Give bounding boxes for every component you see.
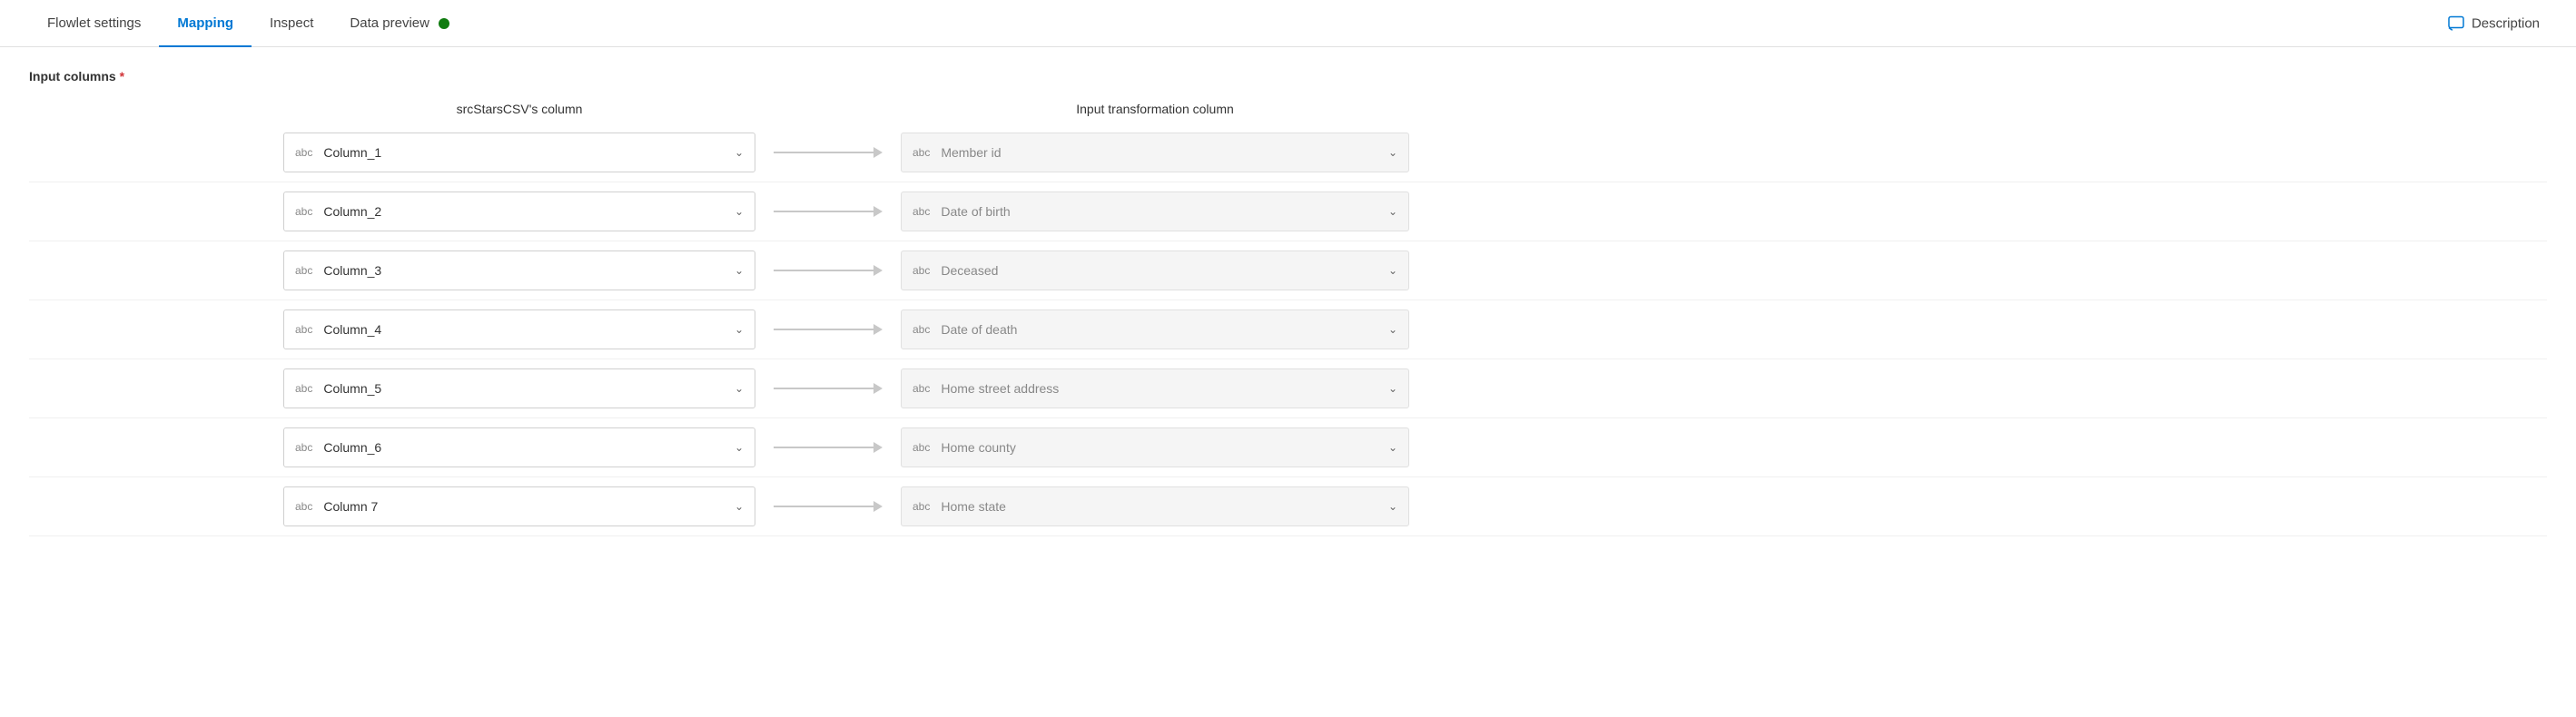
chevron-down-icon: ⌄ — [1388, 500, 1397, 513]
arrow-4 — [755, 383, 901, 394]
target-value-2: Deceased — [941, 263, 1381, 278]
target-value-3: Date of death — [941, 322, 1381, 337]
mapping-rows: abc Column_1 ⌄ abc Member id ⌄ abc Colu — [29, 123, 2547, 536]
target-value-5: Home county — [941, 440, 1381, 455]
type-label: abc — [913, 441, 930, 454]
chevron-down-icon: ⌄ — [1388, 441, 1397, 454]
type-label: abc — [913, 264, 930, 277]
source-dropdown-0[interactable]: abc Column_1 ⌄ — [283, 133, 755, 172]
target-dropdown-2[interactable]: abc Deceased ⌄ — [901, 250, 1409, 290]
type-label: abc — [913, 323, 930, 336]
type-label: abc — [295, 323, 312, 336]
description-button[interactable]: Description — [2448, 15, 2540, 31]
type-label: abc — [913, 382, 930, 395]
chevron-down-icon: ⌄ — [1388, 264, 1397, 277]
required-indicator: * — [120, 69, 124, 83]
chevron-down-icon: ⌄ — [1388, 146, 1397, 159]
arrow-5 — [755, 442, 901, 453]
source-value-0: Column_1 — [323, 145, 727, 160]
chevron-down-icon: ⌄ — [1388, 205, 1397, 218]
type-label: abc — [913, 146, 930, 159]
source-dropdown-3[interactable]: abc Column_4 ⌄ — [283, 309, 755, 349]
chevron-down-icon: ⌄ — [735, 441, 744, 454]
table-row: abc Column 7 ⌄ abc Home state ⌄ — [29, 477, 2547, 536]
arrow-3 — [755, 324, 901, 335]
target-value-1: Date of birth — [941, 204, 1381, 219]
type-label: abc — [913, 205, 930, 218]
arrow-1 — [755, 206, 901, 217]
target-dropdown-1[interactable]: abc Date of birth ⌄ — [901, 192, 1409, 231]
target-column-header: Input transformation column — [901, 102, 1409, 116]
arrow-0 — [755, 147, 901, 158]
nav-inspect[interactable]: Inspect — [252, 1, 331, 45]
target-dropdown-3[interactable]: abc Date of death ⌄ — [901, 309, 1409, 349]
arrow-2 — [755, 265, 901, 276]
table-row: abc Column_2 ⌄ abc Date of birth ⌄ — [29, 182, 2547, 241]
target-value-4: Home street address — [941, 381, 1381, 396]
column-headers: srcStarsCSV's column Input transformatio… — [29, 102, 2547, 116]
source-dropdown-1[interactable]: abc Column_2 ⌄ — [283, 192, 755, 231]
type-label: abc — [295, 441, 312, 454]
source-dropdown-6[interactable]: abc Column 7 ⌄ — [283, 486, 755, 526]
table-row: abc Column_4 ⌄ abc Date of death ⌄ — [29, 300, 2547, 359]
type-label: abc — [295, 205, 312, 218]
chevron-down-icon: ⌄ — [735, 323, 744, 336]
nav-flowlet-settings[interactable]: Flowlet settings — [29, 1, 159, 45]
arrow-6 — [755, 501, 901, 512]
nav-data-preview[interactable]: Data preview — [331, 1, 468, 45]
chevron-down-icon: ⌄ — [735, 500, 744, 513]
chevron-down-icon: ⌄ — [735, 382, 744, 395]
source-value-3: Column_4 — [323, 322, 727, 337]
type-label: abc — [295, 264, 312, 277]
type-label: abc — [295, 500, 312, 513]
table-row: abc Column_5 ⌄ abc Home street address ⌄ — [29, 359, 2547, 418]
comment-icon — [2448, 16, 2464, 31]
chevron-down-icon: ⌄ — [1388, 382, 1397, 395]
table-row: abc Column_1 ⌄ abc Member id ⌄ — [29, 123, 2547, 182]
target-dropdown-4[interactable]: abc Home street address ⌄ — [901, 368, 1409, 408]
target-value-6: Home state — [941, 499, 1381, 514]
chevron-down-icon: ⌄ — [1388, 323, 1397, 336]
table-row: abc Column_3 ⌄ abc Deceased ⌄ — [29, 241, 2547, 300]
source-dropdown-5[interactable]: abc Column_6 ⌄ — [283, 427, 755, 467]
source-value-2: Column_3 — [323, 263, 727, 278]
type-label: abc — [913, 500, 930, 513]
table-row: abc Column_6 ⌄ abc Home county ⌄ — [29, 418, 2547, 477]
source-dropdown-4[interactable]: abc Column_5 ⌄ — [283, 368, 755, 408]
target-dropdown-5[interactable]: abc Home county ⌄ — [901, 427, 1409, 467]
input-columns-label: Input columns * — [29, 69, 2547, 83]
status-dot — [439, 18, 449, 29]
source-column-header: srcStarsCSV's column — [283, 102, 755, 116]
source-dropdown-2[interactable]: abc Column_3 ⌄ — [283, 250, 755, 290]
source-value-6: Column 7 — [323, 499, 727, 514]
source-value-5: Column_6 — [323, 440, 727, 455]
source-value-4: Column_5 — [323, 381, 727, 396]
target-dropdown-0[interactable]: abc Member id ⌄ — [901, 133, 1409, 172]
top-navigation: Flowlet settings Mapping Inspect Data pr… — [0, 0, 2576, 47]
chevron-down-icon: ⌄ — [735, 205, 744, 218]
chevron-down-icon: ⌄ — [735, 264, 744, 277]
type-label: abc — [295, 382, 312, 395]
main-content: Input columns * srcStarsCSV's column Inp… — [0, 47, 2576, 558]
target-dropdown-6[interactable]: abc Home state ⌄ — [901, 486, 1409, 526]
source-value-1: Column_2 — [323, 204, 727, 219]
type-label: abc — [295, 146, 312, 159]
chevron-down-icon: ⌄ — [735, 146, 744, 159]
target-value-0: Member id — [941, 145, 1381, 160]
nav-mapping[interactable]: Mapping — [159, 1, 252, 47]
